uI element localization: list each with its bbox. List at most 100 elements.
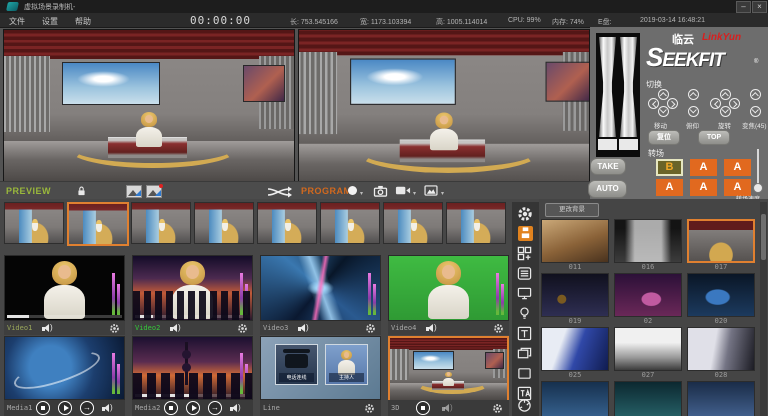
video1-settings-gear-icon[interactable] — [109, 323, 120, 334]
take-button[interactable]: TAKE — [590, 158, 626, 175]
menu-help[interactable]: 帮助 — [75, 16, 91, 27]
line-settings-gear-icon[interactable] — [364, 403, 375, 414]
transition-a-button[interactable]: A — [690, 179, 717, 196]
rotate-up-button[interactable] — [720, 89, 731, 100]
playlist-icon[interactable] — [516, 266, 535, 283]
change-background-button[interactable]: 更改背景 — [545, 203, 599, 217]
camera-preset-6[interactable] — [320, 202, 380, 244]
camera-preset-7[interactable] — [383, 202, 443, 244]
video4-thumbnail[interactable] — [388, 255, 509, 321]
rotate-right-button[interactable] — [729, 98, 740, 109]
scene-image[interactable] — [541, 327, 609, 371]
menu-settings[interactable]: 设置 — [42, 16, 58, 27]
video3-settings-gear-icon[interactable] — [365, 323, 376, 334]
move-up-button[interactable] — [658, 89, 669, 100]
scrollbar-thumb[interactable] — [761, 214, 766, 260]
media2-stop-button[interactable] — [164, 401, 178, 415]
media2-thumbnail[interactable] — [132, 336, 253, 400]
scene-image[interactable] — [687, 273, 755, 317]
scene-image[interactable] — [687, 219, 755, 263]
line-thumbnail[interactable]: 电话连线 主持人 — [260, 336, 381, 400]
line-phone-source[interactable]: 电话连线 — [275, 344, 317, 384]
rotate-down-button[interactable] — [720, 106, 731, 117]
move-left-button[interactable] — [648, 98, 659, 109]
layers-icon[interactable] — [516, 346, 535, 363]
gallery-scrollbar[interactable] — [760, 202, 767, 416]
media2-volume-icon[interactable]: ) — [230, 404, 244, 413]
close-button[interactable]: × — [752, 1, 767, 13]
lock-icon[interactable] — [76, 185, 87, 197]
video3-volume-icon[interactable]: ) — [298, 324, 312, 333]
snapshot-image-alert-icon[interactable] — [146, 185, 162, 198]
scene-3d-settings-gear-icon[interactable] — [492, 403, 503, 414]
video1-volume-icon[interactable]: ) — [42, 324, 56, 333]
scene-image[interactable] — [541, 381, 609, 416]
tilt-up-button[interactable] — [688, 89, 699, 100]
scene-image[interactable] — [541, 273, 609, 317]
camera-preset-4[interactable] — [194, 202, 254, 244]
frame-icon[interactable] — [516, 366, 535, 383]
scene-3d-thumbnail[interactable] — [388, 336, 509, 402]
video4-settings-gear-icon[interactable] — [493, 323, 504, 334]
snapshot-image-icon[interactable] — [126, 185, 142, 198]
media2-play-button[interactable] — [186, 401, 200, 415]
media2-next-button[interactable]: → — [208, 401, 222, 415]
zoom-in-button[interactable] — [750, 89, 761, 100]
camera-snapshot-icon[interactable] — [373, 185, 388, 197]
minimize-button[interactable]: – — [736, 1, 751, 13]
caption-text-icon[interactable] — [516, 326, 535, 343]
media1-next-button[interactable]: → — [80, 401, 94, 415]
scene-3d-stop-button[interactable] — [416, 401, 430, 415]
video2-volume-icon[interactable]: ) — [170, 324, 184, 333]
scene-image[interactable] — [614, 327, 682, 371]
video4-volume-icon[interactable]: ) — [426, 324, 440, 333]
scene-image[interactable] — [614, 381, 682, 416]
save-icon[interactable] — [518, 226, 533, 241]
video-record-icon[interactable] — [395, 185, 411, 196]
camera-preset-5[interactable] — [257, 202, 317, 244]
media1-volume-icon[interactable]: ) — [102, 404, 116, 413]
camera-preset-3[interactable] — [131, 202, 191, 244]
transition-a-button[interactable]: A — [656, 179, 683, 196]
media1-play-button[interactable] — [58, 401, 72, 415]
menu-file[interactable]: 文件 — [9, 16, 25, 27]
layout-add-icon[interactable] — [516, 246, 535, 263]
video2-settings-gear-icon[interactable] — [237, 323, 248, 334]
camera-preset-1[interactable] — [4, 202, 64, 244]
scene-image[interactable] — [541, 219, 609, 263]
reset-button[interactable]: 复位 — [648, 130, 680, 145]
rotate-left-button[interactable] — [710, 98, 721, 109]
preview-monitor[interactable] — [3, 29, 295, 183]
camera-preset-2-selected[interactable] — [67, 202, 129, 246]
camera-preset-8[interactable] — [446, 202, 506, 244]
scene-3d-muted-volume-icon[interactable]: ) — [442, 404, 456, 413]
video1-thumbnail[interactable] — [4, 255, 125, 321]
swap-preview-program-icon[interactable] — [266, 186, 294, 198]
transition-a-button[interactable]: A — [724, 159, 751, 176]
transition-speed-knob[interactable] — [753, 183, 763, 193]
record-caret-icon[interactable]: ▾ — [360, 190, 363, 197]
program-monitor[interactable] — [298, 29, 590, 183]
video3-thumbnail[interactable] — [260, 255, 381, 321]
image-caret-icon[interactable]: ▾ — [441, 190, 444, 197]
line-host-source[interactable]: 主持人 — [325, 344, 367, 384]
tilt-down-button[interactable] — [688, 106, 699, 117]
scene-image[interactable] — [614, 273, 682, 317]
zoom-out-button[interactable] — [750, 106, 761, 117]
image-export-icon[interactable] — [424, 185, 438, 196]
move-right-button[interactable] — [667, 98, 678, 109]
light-bulb-icon[interactable] — [516, 306, 535, 323]
media1-thumbnail[interactable] — [4, 336, 125, 400]
top-button[interactable]: TOP — [698, 130, 730, 145]
move-down-button[interactable] — [658, 106, 669, 117]
monitor-icon[interactable] — [516, 286, 535, 303]
record-icon[interactable] — [348, 186, 357, 195]
transition-b-button[interactable]: B — [656, 159, 683, 176]
t-bar-handle-left[interactable] — [599, 37, 616, 137]
video-caret-icon[interactable]: ▾ — [413, 190, 416, 197]
transition-a-button[interactable]: A — [690, 159, 717, 176]
auto-button[interactable]: AUTO — [588, 180, 627, 198]
scene-image[interactable] — [687, 327, 755, 371]
t-bar-fader[interactable]: TAKE AUTO — [596, 33, 640, 157]
scene-image[interactable] — [687, 381, 755, 416]
